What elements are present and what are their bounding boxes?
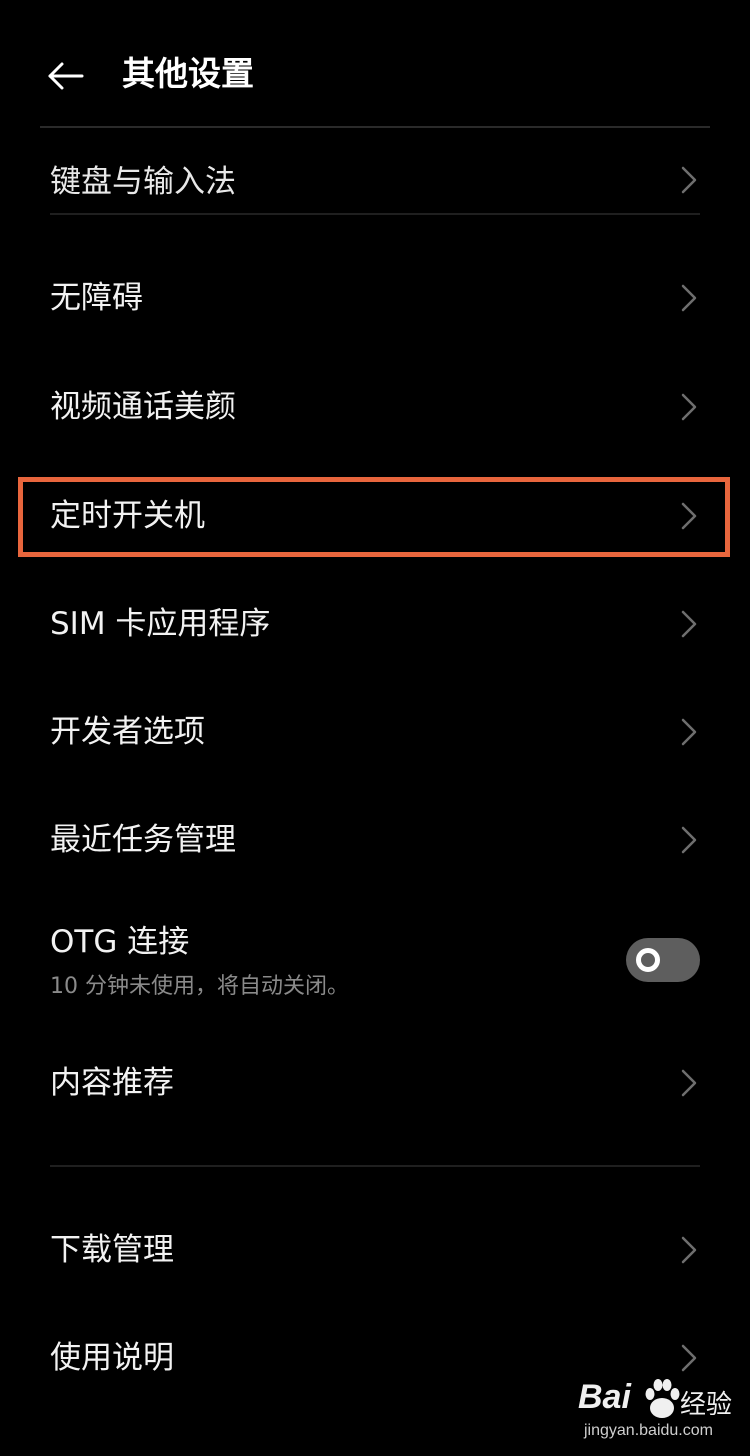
list-item-label: SIM 卡应用程序	[50, 606, 271, 642]
otg-subtitle: 10 分钟未使用，将自动关闭。	[50, 974, 349, 999]
chevron-right-icon	[681, 166, 697, 194]
list-item-label: 无障碍	[50, 280, 143, 316]
chevron-right-icon	[681, 1069, 697, 1097]
page-title: 其他设置	[122, 54, 254, 93]
list-item-label: 使用说明	[50, 1340, 174, 1376]
list-item-video-call-beauty[interactable]: 视频通话美颜	[0, 357, 750, 457]
watermark-url: jingyan.baidu.com	[584, 1422, 713, 1439]
highlight-box	[18, 477, 730, 557]
list-item-recent-tasks[interactable]: 最近任务管理	[0, 790, 750, 890]
otg-toggle[interactable]	[626, 938, 700, 982]
list-item-label: 最近任务管理	[50, 822, 236, 858]
otg-label: OTG 连接	[50, 924, 190, 960]
list-item-sim-apps[interactable]: SIM 卡应用程序	[0, 574, 750, 674]
chevron-right-icon	[681, 393, 697, 421]
list-item-label: 视频通话美颜	[50, 389, 236, 425]
chevron-right-icon	[681, 610, 697, 638]
chevron-right-icon	[681, 826, 697, 854]
arrow-left-icon[interactable]	[46, 56, 86, 96]
list-item-download-manager[interactable]: 下载管理	[0, 1200, 750, 1300]
watermark-brand: Bai	[578, 1378, 631, 1416]
list-item-label: 内容推荐	[50, 1065, 174, 1101]
list-item-label: 下载管理	[50, 1232, 174, 1268]
chevron-right-icon	[681, 284, 697, 312]
list-item-label: 开发者选项	[50, 714, 205, 750]
list-item-content-recommend[interactable]: 内容推荐	[0, 1033, 750, 1133]
chevron-right-icon	[681, 718, 697, 746]
watermark-suffix: 经验	[680, 1390, 733, 1420]
section-divider	[50, 1165, 700, 1167]
paw-logo-icon	[645, 1379, 680, 1418]
list-item-accessibility[interactable]: 无障碍	[0, 248, 750, 348]
chevron-right-icon	[681, 1236, 697, 1264]
baidu-jingyan-watermark: Bai 经验 jingyan.baidu.com	[572, 1370, 742, 1450]
header-divider	[40, 126, 710, 128]
toggle-knob	[636, 948, 660, 972]
list-item-developer-options[interactable]: 开发者选项	[0, 682, 750, 782]
chevron-right-icon	[681, 1344, 697, 1372]
list-item-label: 键盘与输入法	[50, 164, 236, 200]
app-header: 其他设置	[0, 0, 750, 128]
